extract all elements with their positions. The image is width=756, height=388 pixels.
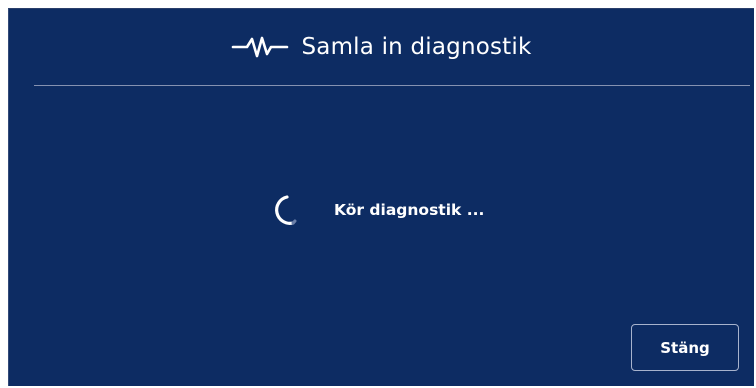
dialog-header: Samla in diagnostik [9, 9, 754, 85]
status-text: Kör diagnostik ... [334, 201, 485, 219]
header-divider [34, 85, 750, 86]
dialog-title: Samla in diagnostik [301, 34, 532, 60]
diagnostics-dialog: Samla in diagnostik Kör diagnostik ... S… [8, 8, 754, 386]
status-row: Kör diagnostik ... [271, 193, 484, 227]
spinner-icon [271, 193, 299, 227]
close-button[interactable]: Stäng [631, 324, 739, 371]
pulse-icon [231, 34, 289, 60]
